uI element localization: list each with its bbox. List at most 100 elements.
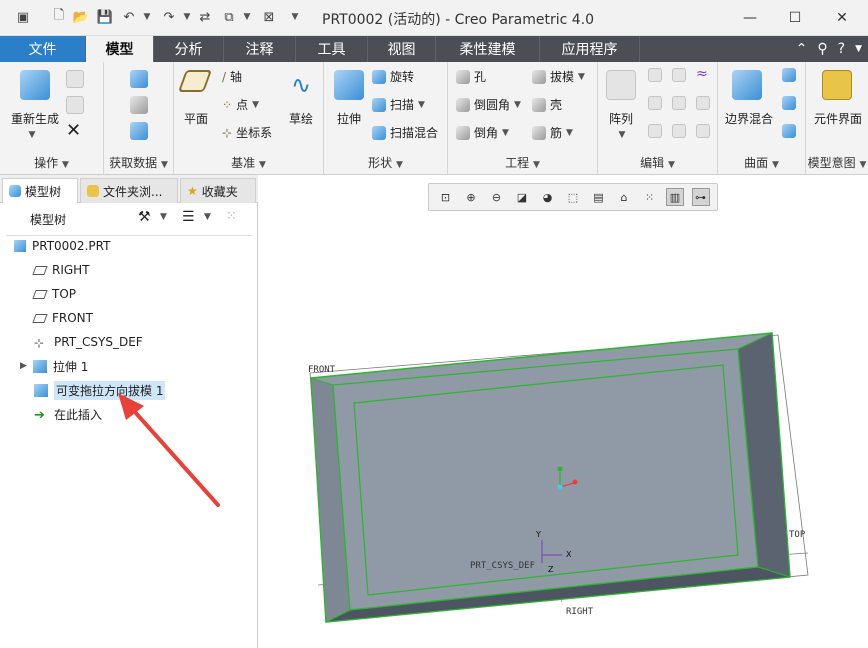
tab-model[interactable]: 模型 xyxy=(86,36,154,62)
shrinkwrap-icon[interactable] xyxy=(130,122,148,140)
copy-geometry-icon[interactable] xyxy=(130,96,148,114)
group-label-model-intent[interactable]: 模型意图 ▼ xyxy=(806,154,868,171)
swept-blend-button[interactable]: 扫描混合 xyxy=(372,124,438,141)
regenerate-icon[interactable] xyxy=(20,70,50,100)
shell-button[interactable]: 壳 xyxy=(532,96,562,113)
draft-button[interactable]: 拔模 ▼ xyxy=(532,68,585,85)
tree-item-extrude[interactable]: ▶ 拉伸 1 xyxy=(20,355,88,377)
open-folder-icon[interactable]: 📂 xyxy=(72,8,90,26)
axis-button[interactable]: / 轴 xyxy=(222,68,242,85)
tree-item-top[interactable]: TOP xyxy=(32,283,76,305)
undo-dropdown-icon[interactable]: ▼ xyxy=(138,8,156,26)
plane-label[interactable]: 平面 xyxy=(178,110,214,127)
point-button[interactable]: ⁘ 点 ▼ xyxy=(222,96,259,113)
group-label-datum[interactable]: 基准 ▼ xyxy=(174,154,323,171)
collapse-ribbon-icon[interactable]: ⌃ xyxy=(796,41,808,57)
save-icon[interactable]: 💾 xyxy=(96,8,114,26)
show-dropdown-icon[interactable]: ▼ xyxy=(204,212,211,222)
settings-dropdown-icon[interactable]: ▼ xyxy=(160,212,167,222)
revolve-button[interactable]: 旋转 xyxy=(372,68,414,85)
extend-icon[interactable] xyxy=(672,68,686,82)
tab-view[interactable]: 视图 xyxy=(368,36,436,62)
tree-item-front[interactable]: FRONT xyxy=(32,307,93,329)
show-icon[interactable]: ☰ xyxy=(182,209,195,225)
hole-icon xyxy=(456,69,470,84)
undo-icon[interactable]: ↶ xyxy=(120,8,138,26)
thicken-icon[interactable] xyxy=(696,124,710,138)
offset-icon[interactable] xyxy=(696,96,710,110)
solidify-icon[interactable] xyxy=(672,124,686,138)
user-defined-feature-icon[interactable] xyxy=(130,70,148,88)
plane-icon[interactable] xyxy=(177,70,213,92)
pattern-icon[interactable] xyxy=(606,70,636,100)
regenerate-dropdown-icon[interactable]: ▼ xyxy=(22,126,42,140)
component-interface-label[interactable]: 元件界面 xyxy=(808,110,868,127)
copy-icon[interactable] xyxy=(66,70,84,88)
settings-icon[interactable]: ⚒ xyxy=(138,209,151,225)
close-button[interactable]: ✕ xyxy=(822,6,862,30)
regenerate-icon[interactable]: ⇄ xyxy=(196,8,214,26)
boundary-blend-label[interactable]: 边界混合 xyxy=(720,110,778,127)
maximize-button[interactable]: ☐ xyxy=(775,6,815,30)
tab-tools[interactable]: 工具 xyxy=(296,36,368,62)
regenerate-label[interactable]: 重新生成 xyxy=(6,110,64,127)
pattern-dropdown-icon[interactable]: ▼ xyxy=(612,126,632,140)
customize-toolbar-icon[interactable]: ▼ xyxy=(286,8,304,26)
extrude-icon[interactable] xyxy=(334,70,364,100)
project-icon[interactable]: ≈ xyxy=(696,66,708,82)
filter-icon[interactable]: ⁙ xyxy=(226,209,237,224)
tree-item-right[interactable]: RIGHT xyxy=(32,259,90,281)
sketch-label[interactable]: 草绘 xyxy=(282,110,320,127)
app-icon[interactable]: ▣ xyxy=(14,8,32,26)
tab-analysis[interactable]: 分析 xyxy=(154,36,224,62)
group-label-edit[interactable]: 编辑 ▼ xyxy=(598,154,717,171)
tab-file[interactable]: 文件 xyxy=(0,36,86,62)
mirror-icon[interactable] xyxy=(648,68,662,82)
group-label-engineering[interactable]: 工程 ▼ xyxy=(448,154,597,171)
tab-applications[interactable]: 应用程序 xyxy=(540,36,640,62)
redo-icon[interactable]: ↷ xyxy=(160,8,178,26)
windows-icon[interactable]: ⧉ xyxy=(220,8,238,26)
minimize-button[interactable]: — xyxy=(730,6,770,30)
trim-icon[interactable] xyxy=(672,96,686,110)
tree-item-csys[interactable]: ⊹ PRT_CSYS_DEF xyxy=(34,331,143,353)
paste-icon[interactable] xyxy=(66,96,84,114)
chamfer-button[interactable]: 倒角 ▼ xyxy=(456,124,509,141)
tab-flexible-modeling[interactable]: 柔性建模 xyxy=(436,36,540,62)
fill-icon[interactable] xyxy=(782,68,796,82)
extrude-label[interactable]: 拉伸 xyxy=(328,110,370,127)
sketch-icon[interactable]: ∿ xyxy=(286,70,316,100)
new-file-icon[interactable]: 🗋 xyxy=(50,8,68,26)
hole-button[interactable]: 孔 xyxy=(456,68,486,85)
redo-dropdown-icon[interactable]: ▼ xyxy=(178,8,196,26)
sweep-button[interactable]: 扫描 ▼ xyxy=(372,96,425,113)
intersect-icon[interactable] xyxy=(648,124,662,138)
group-label-surfaces[interactable]: 曲面 ▼ xyxy=(718,154,805,171)
group-label-shapes[interactable]: 形状 ▼ xyxy=(324,154,447,171)
round-button[interactable]: 倒圆角 ▼ xyxy=(456,96,521,113)
boundary-blend-icon[interactable] xyxy=(732,70,762,100)
search-icon[interactable]: ⚲ xyxy=(817,41,827,57)
tab-folder-browser[interactable]: 文件夹浏... xyxy=(80,178,178,203)
csys-button[interactable]: ⊹ 坐标系 xyxy=(222,124,272,141)
windows-dropdown-icon[interactable]: ▼ xyxy=(238,8,256,26)
close-window-icon[interactable]: ⊠ xyxy=(260,8,278,26)
tree-item-insert-here[interactable]: ➔ 在此插入 xyxy=(34,403,102,425)
rib-button[interactable]: 筋 ▼ xyxy=(532,124,573,141)
component-interface-icon[interactable] xyxy=(822,70,852,100)
help-dropdown-icon[interactable]: ▼ xyxy=(855,44,862,54)
delete-icon[interactable]: ✕ xyxy=(66,120,81,141)
merge-icon[interactable] xyxy=(648,96,662,110)
group-label-get-data[interactable]: 获取数据 ▼ xyxy=(104,154,173,171)
tab-favorites[interactable]: ★ 收藏夹 xyxy=(180,178,256,203)
graphics-window[interactable]: ⊡ ⊕ ⊖ ◪ ◕ ⬚ ▤ ⌂ ⁙ ▥ ⊶ FRONT TOP RIGHT PR… xyxy=(258,175,868,648)
freestyle-icon[interactable] xyxy=(782,124,796,138)
style-icon[interactable] xyxy=(782,96,796,110)
help-icon[interactable]: ? xyxy=(838,41,845,57)
pattern-label[interactable]: 阵列 xyxy=(602,110,640,127)
tab-annotate[interactable]: 注释 xyxy=(224,36,296,62)
expand-arrow-icon[interactable]: ▶ xyxy=(20,361,27,371)
tab-model-tree[interactable]: 模型树 xyxy=(2,178,78,203)
group-label-operations[interactable]: 操作 ▼ xyxy=(0,154,103,171)
tree-item-part[interactable]: PRT0002.PRT xyxy=(14,235,110,257)
